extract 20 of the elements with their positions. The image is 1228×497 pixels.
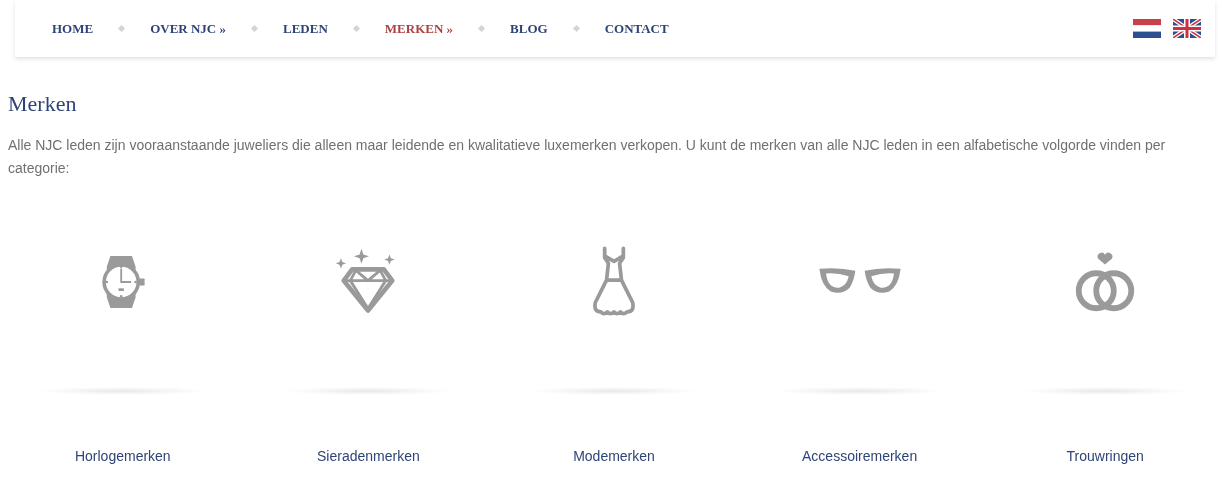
separator-icon: [352, 24, 360, 33]
category-link[interactable]: Accessoiremerken: [802, 448, 918, 464]
nav-link[interactable]: MERKEN »: [384, 20, 454, 37]
nav-link[interactable]: CONTACT: [604, 20, 669, 37]
separator-icon: [118, 24, 126, 33]
nav-link[interactable]: OVER NJC »: [150, 20, 226, 37]
category-link[interactable]: Trouwringen: [1066, 448, 1144, 464]
separator-icon: [572, 24, 580, 33]
intro-text: Alle NJC leden zijn vooraanstaande juweliers die alleen maar leidende en kwalitatieve luxemerken verkopen. U kunt de merken van alle NJC leden in een alfabetische volgorde vinden per categorie:: [8, 136, 1167, 178]
category-link[interactable]: Horlogemerken: [74, 448, 171, 464]
separator-icon: [251, 24, 259, 33]
flag-icon[interactable]: [1133, 19, 1161, 38]
separator-icon: [478, 24, 486, 33]
nav-link[interactable]: BLOG: [510, 20, 548, 37]
flag-icon[interactable]: [1173, 19, 1201, 38]
category-link[interactable]: Modemerken: [573, 448, 655, 464]
category-link[interactable]: Sieradenmerken: [317, 448, 420, 464]
nav-link[interactable]: LEDEN: [283, 20, 328, 37]
nav-link[interactable]: HOME: [52, 20, 94, 37]
page-title: Merken: [8, 91, 78, 117]
